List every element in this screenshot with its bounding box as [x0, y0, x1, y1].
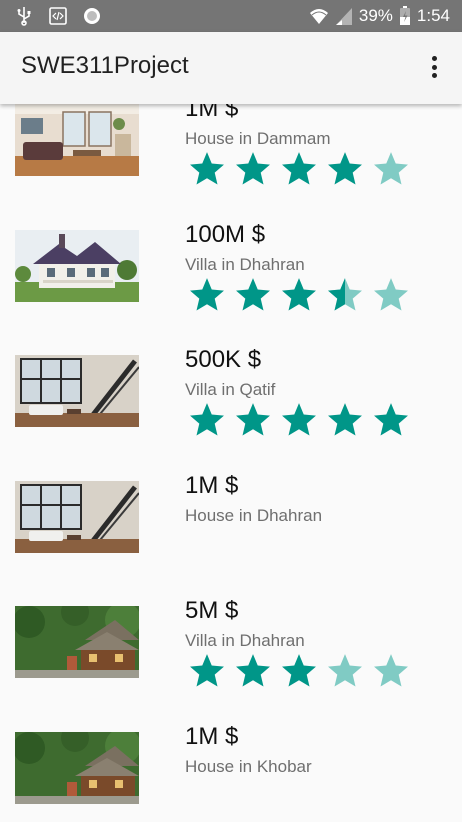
loft-interior-photo: [15, 355, 139, 427]
listing-item[interactable]: 100M $ Villa in Dhahran: [0, 206, 462, 332]
forest-lodge-photo: [15, 606, 139, 678]
listing-subtitle: Villa in Dhahran: [185, 254, 305, 274]
battery-icon: [399, 6, 410, 25]
listing-price: 100M $: [185, 220, 266, 248]
forest-lodge-photo: [15, 731, 139, 804]
star-empty-icon: [374, 654, 408, 687]
listing-item[interactable]: 500K $ Villa in Qatif: [0, 331, 462, 457]
living-room-photo: [15, 104, 139, 176]
star-half-icon: [328, 277, 362, 311]
star-filled-icon: [236, 152, 270, 185]
victorian-villa-photo: [15, 229, 139, 302]
listing-item[interactable]: 1M $ House in Dammam: [0, 104, 462, 206]
signal-icon: [335, 8, 352, 25]
app-bar: SWE311Project: [0, 32, 462, 104]
star-filled-icon: [190, 654, 224, 687]
listing-item[interactable]: 5M $ Villa in Dhahran: [0, 582, 462, 708]
listing-list[interactable]: 1M $ House in Dammam 100M $ Villa in Dhahra…: [0, 104, 462, 822]
app-title: SWE311Project: [21, 52, 189, 79]
listing-item[interactable]: 1M $ House in Dhahran: [0, 457, 462, 583]
star-empty-icon: [328, 654, 362, 687]
battery-percent: 39%: [358, 6, 393, 25]
star-filled-icon: [282, 277, 316, 311]
listing-price: 1M $: [185, 722, 239, 750]
loft-interior-photo: [15, 480, 139, 553]
star-filled-icon: [236, 654, 270, 687]
clock: 1:54: [416, 6, 450, 25]
star-empty-icon: [374, 152, 408, 185]
rating-bar: [186, 275, 412, 317]
star-filled-icon: [328, 152, 362, 185]
star-filled-icon: [282, 654, 316, 687]
listing-price: 5M $: [185, 597, 239, 624]
star-filled-icon: [190, 403, 224, 436]
wifi-icon: [309, 9, 328, 24]
listing-subtitle: Villa in Qatif: [185, 380, 276, 399]
rating-bar: [186, 149, 412, 191]
star-filled-icon: [236, 403, 270, 436]
star-filled-icon: [374, 403, 408, 436]
rating-bar: [186, 400, 412, 442]
star-empty-icon: [374, 277, 408, 311]
code-icon: [49, 7, 67, 25]
star-filled-icon: [236, 277, 270, 311]
usb-icon: [17, 7, 31, 26]
listing-price: 1M $: [185, 471, 239, 499]
star-filled-icon: [190, 152, 224, 185]
star-filled-icon: [282, 403, 316, 436]
listing-price: 500K $: [185, 346, 262, 373]
star-filled-icon: [282, 152, 316, 185]
listing-subtitle: Villa in Dhahran: [185, 631, 305, 650]
star-filled-icon: [190, 277, 224, 311]
star-filled-icon: [328, 403, 362, 436]
rating-bar: [186, 651, 412, 693]
listing-subtitle: House in Dhahran: [185, 505, 323, 525]
listing-subtitle: House in Dammam: [185, 129, 331, 148]
listing-item[interactable]: 1M $ House in Khobar: [0, 708, 462, 822]
status-bar: 39% 1:54: [0, 0, 462, 32]
listing-subtitle: House in Khobar: [185, 756, 312, 776]
more-vert-icon[interactable]: [422, 52, 446, 82]
listing-price: 1M $: [185, 104, 239, 122]
circle-icon: [84, 8, 100, 24]
